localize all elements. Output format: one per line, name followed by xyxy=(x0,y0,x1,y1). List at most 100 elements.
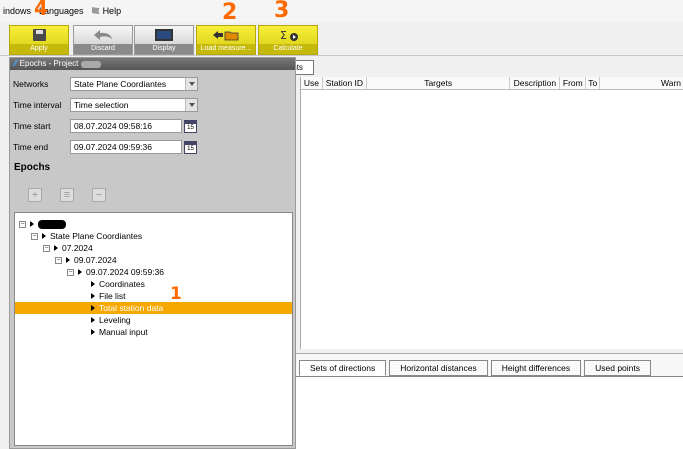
save-icon xyxy=(32,29,46,41)
time-end-label: Time end xyxy=(13,142,49,152)
collapse-icon[interactable]: − xyxy=(67,268,74,276)
node-arrow-icon xyxy=(91,281,95,287)
column-from[interactable]: From xyxy=(560,77,587,89)
calendar-icon[interactable]: 15 xyxy=(184,119,197,133)
networks-row: Networks State Plane Coordiantes xyxy=(13,77,198,91)
menu-bar: indows Languages Help xyxy=(0,0,683,22)
time-interval-value: Time selection xyxy=(74,100,129,110)
calendar-icon[interactable]: 15 xyxy=(184,140,197,154)
tree-node-day[interactable]: − 09.07.2024 xyxy=(55,254,117,266)
column-use[interactable]: Use xyxy=(301,77,323,89)
collapse-icon[interactable]: − xyxy=(31,232,38,240)
annotation-2: 2 xyxy=(222,0,238,25)
tree-node-epoch[interactable]: − 09.07.2024 09:59:36 xyxy=(67,266,164,278)
tree-label: 09.07.2024 xyxy=(74,255,117,265)
tree-label: File list xyxy=(99,291,126,301)
tab-content xyxy=(296,376,683,449)
networks-select[interactable]: State Plane Coordiantes xyxy=(70,77,198,91)
menu-help[interactable]: Help xyxy=(91,6,122,16)
collapse-icon[interactable]: − xyxy=(55,256,62,264)
tab-horizontal-distances[interactable]: Horizontal distances xyxy=(389,360,488,376)
measurements-table: Use Station ID Targets Description From … xyxy=(300,77,683,349)
time-end-field[interactable]: 09.07.2024 09:59:36 xyxy=(70,140,182,154)
edit-icon[interactable]: ≡ xyxy=(60,188,74,202)
tree-node-file-list[interactable]: File list xyxy=(91,290,125,302)
load-measurements-label: Load measure... xyxy=(197,44,255,54)
panel-title: Epochs - Project xyxy=(19,59,79,68)
tree-label: Leveling xyxy=(99,315,131,325)
tree-node-month[interactable]: − 07.2024 xyxy=(43,242,93,254)
tree-label: Total station data xyxy=(99,303,164,313)
collapse-icon[interactable]: − xyxy=(19,220,26,228)
tab-sets-of-directions[interactable]: Sets of directions xyxy=(299,360,387,376)
column-warn[interactable]: Warn xyxy=(600,77,683,89)
tab-used-points[interactable]: Used points xyxy=(584,360,651,376)
tab-height-differences[interactable]: Height differences xyxy=(490,360,582,376)
panel-title-bar: ⁄⁄ Epochs - Project xyxy=(10,58,295,70)
flag-icon xyxy=(91,7,100,15)
tree-label: State Plane Coordiantes xyxy=(50,231,143,241)
menu-help-label: Help xyxy=(102,6,122,16)
remove-icon[interactable]: − xyxy=(92,188,106,202)
node-arrow-icon xyxy=(54,245,58,251)
application-window: indows Languages Help Apply Discard Disp… xyxy=(0,0,683,449)
tree-root[interactable]: − xyxy=(19,218,66,230)
tree-node-manual-input[interactable]: Manual input xyxy=(91,326,148,338)
undo-icon xyxy=(94,30,112,40)
display-label: Display xyxy=(135,44,193,54)
apply-label: Apply xyxy=(10,44,68,54)
networks-label: Networks xyxy=(13,79,49,89)
calculate-label: Calculate xyxy=(259,44,317,54)
epoch-tools: + ≡ − xyxy=(28,188,106,202)
tree-label: 07.2024 xyxy=(62,243,93,253)
menu-windows[interactable]: indows xyxy=(3,6,31,16)
time-start-row: Time start 08.07.2024 09:58:16 15 xyxy=(13,119,197,133)
tree-label: 09.07.2024 09:59:36 xyxy=(86,267,164,277)
monitor-icon xyxy=(155,29,173,41)
time-interval-select[interactable]: Time selection xyxy=(70,98,198,112)
node-arrow-icon xyxy=(30,221,34,227)
calculate-button[interactable]: Σ Calculate xyxy=(258,25,318,55)
column-description[interactable]: Description xyxy=(510,77,561,89)
annotation-1: 1 xyxy=(170,284,182,304)
epochs-panel: ⁄⁄ Epochs - Project Networks State Plane… xyxy=(9,57,296,449)
tree-node-total-station-data[interactable]: Total station data xyxy=(15,302,292,314)
display-button[interactable]: Display xyxy=(134,25,194,55)
column-to[interactable]: To xyxy=(586,77,601,89)
table-header: Use Station ID Targets Description From … xyxy=(301,77,683,90)
add-icon[interactable]: + xyxy=(28,188,42,202)
column-targets[interactable]: Targets xyxy=(367,77,511,89)
annotation-3: 3 xyxy=(274,0,290,23)
apply-button[interactable]: Apply xyxy=(9,25,69,55)
load-measurements-button[interactable]: Load measure... xyxy=(196,25,256,55)
tree-label: Coordinates xyxy=(99,279,145,289)
time-end-row: Time end 09.07.2024 09:59:36 15 xyxy=(13,140,197,154)
time-start-field[interactable]: 08.07.2024 09:58:16 xyxy=(70,119,182,133)
redacted-root-label xyxy=(38,219,66,229)
networks-value: State Plane Coordiantes xyxy=(74,79,167,89)
epochs-tree: − − State Plane Coordiantes − 07.2024 − … xyxy=(14,212,293,446)
folder-import-icon xyxy=(213,31,239,41)
column-station-id[interactable]: Station ID xyxy=(323,77,367,89)
node-arrow-icon xyxy=(42,233,46,239)
chevron-down-icon[interactable] xyxy=(185,99,197,111)
project-icon: ⁄⁄ xyxy=(14,59,17,68)
bottom-tab-panel: Sets of directions Horizontal distances … xyxy=(296,353,683,449)
svg-text:Σ: Σ xyxy=(280,29,287,41)
tree-node-leveling[interactable]: Leveling xyxy=(91,314,131,326)
discard-label: Discard xyxy=(74,44,132,54)
tree-node-coordinates[interactable]: Coordinates xyxy=(91,278,145,290)
node-arrow-icon xyxy=(91,317,95,323)
node-arrow-icon xyxy=(91,305,95,311)
chevron-down-icon[interactable] xyxy=(185,78,197,90)
collapse-icon[interactable]: − xyxy=(43,244,50,252)
redacted-project-name xyxy=(81,60,102,68)
toolbar: Apply Discard Display Load measure... Σ … xyxy=(0,22,683,56)
tree-node-network[interactable]: − State Plane Coordiantes xyxy=(31,230,142,242)
time-start-label: Time start xyxy=(13,121,51,131)
discard-button[interactable]: Discard xyxy=(73,25,133,55)
annotation-4: 4 xyxy=(34,0,48,20)
sigma-play-icon: Σ xyxy=(280,29,298,41)
time-interval-label: Time interval xyxy=(13,100,62,110)
node-arrow-icon xyxy=(66,257,70,263)
